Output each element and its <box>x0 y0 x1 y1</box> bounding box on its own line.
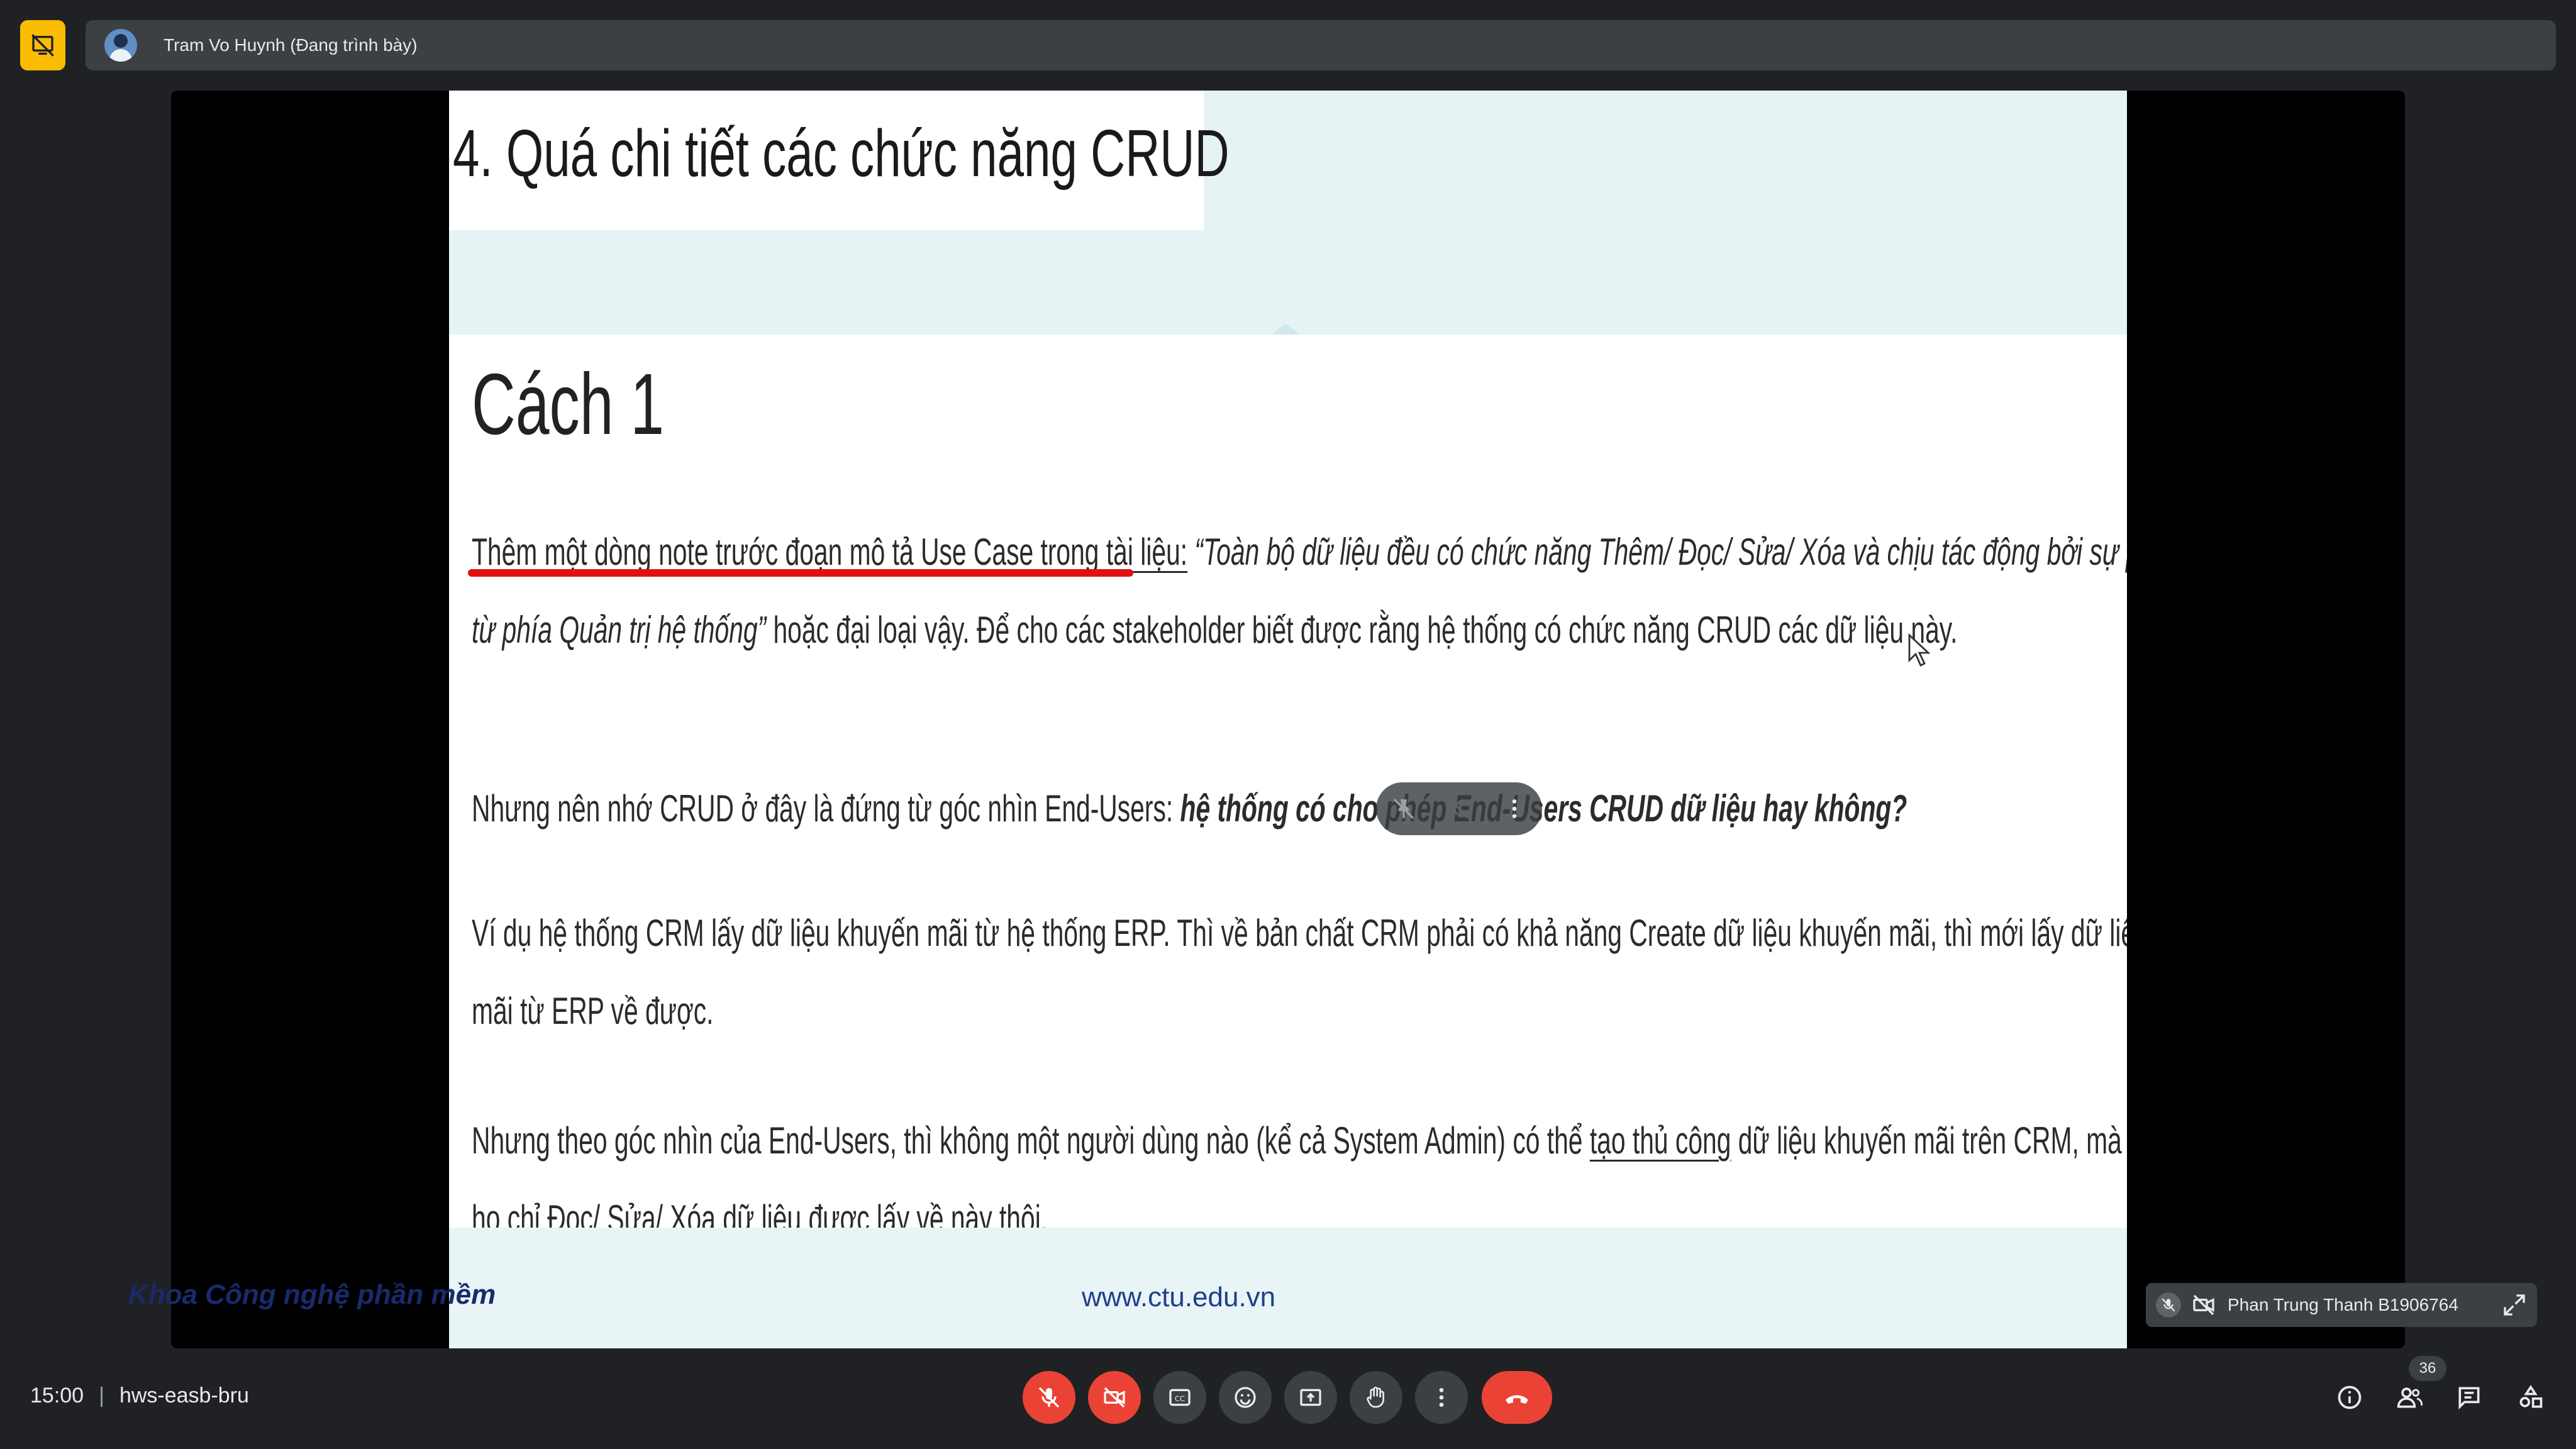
para1-quote: “Toàn bộ dữ liệu đều có chức năng Thêm/ … <box>1194 531 2127 573</box>
presenter-bar: Tram Vo Huynh (Đang trình bày) <box>86 20 2556 70</box>
slide-heading: Cách 1 <box>472 356 665 453</box>
slide-paragraph-3: Ví dụ hệ thống CRM lấy dữ liệu khuyến mã… <box>472 894 2127 1050</box>
para4-underlined: tạo thủ công <box>1589 1119 1731 1162</box>
meeting-info: 15:00 | hws-easb-bru <box>30 1384 249 1408</box>
participant-count-badge: 36 <box>2409 1356 2446 1381</box>
mic-toggle-button[interactable] <box>1023 1371 1075 1424</box>
camera-off-icon <box>2193 1294 2214 1316</box>
activities-button[interactable] <box>2508 1375 2553 1420</box>
para2-emphasis: hệ thống có cho phép End-Users CRUD dữ l… <box>1180 787 1907 830</box>
para1-quote-end: từ phía Quản trị hệ thống” <box>472 609 767 651</box>
unpin-icon[interactable] <box>1391 796 1416 821</box>
volume-off-icon[interactable] <box>1446 796 1472 821</box>
emoji-icon <box>1235 1387 1256 1408</box>
para3-line2: mãi từ ERP về được. <box>472 990 714 1032</box>
reactions-button[interactable] <box>1219 1371 1272 1424</box>
camera-toggle-button[interactable] <box>1088 1371 1141 1424</box>
slide-footer-band <box>449 1228 2127 1348</box>
more-vert-icon <box>1439 1388 1444 1407</box>
meeting-time: 15:00 <box>30 1384 84 1407</box>
participant-name: Phan Trung Thanh B1906764 <box>2228 1295 2458 1314</box>
presenter-avatar <box>104 29 137 62</box>
screen-share-off-icon <box>31 34 54 57</box>
raise-hand-icon <box>1367 1386 1384 1408</box>
slide-paragraph-2: Nhưng nên nhớ CRUD ở đây là đứng từ góc … <box>472 770 1907 848</box>
slide-notch <box>1272 323 1299 335</box>
info-icon <box>2338 1385 2362 1409</box>
meeting-info-divider: | <box>99 1384 104 1407</box>
slide-footer-url: www.ctu.edu.vn <box>1082 1282 1276 1313</box>
para1-rest: hoặc đại loại vậy. Để cho các stakeholde… <box>766 609 1958 651</box>
chat-icon <box>2458 1387 2480 1410</box>
para4-line1-pre: Nhưng theo góc nhìn của End-Users, thì k… <box>472 1119 1590 1162</box>
raise-hand-button[interactable] <box>1350 1371 1402 1424</box>
red-highlight-underline <box>468 569 1133 577</box>
chat-button[interactable] <box>2446 1375 2492 1420</box>
para1-underlined: Thêm một dòng note trước đoạn mô tả Use … <box>472 531 1188 573</box>
more-options-button[interactable] <box>1415 1371 1468 1424</box>
expand-icon[interactable] <box>2502 1292 2527 1318</box>
para3-line1: Ví dụ hệ thống CRM lấy dữ liệu khuyến mã… <box>472 912 2127 954</box>
para2-prefix: Nhưng nên nhớ CRUD ở đây là đứng từ góc … <box>472 787 1180 830</box>
svg-text:CC: CC <box>1175 1394 1185 1403</box>
people-icon <box>2397 1387 2423 1408</box>
slide-title: 4. Quá chi tiết các chức năng CRUD <box>453 116 1230 191</box>
people-button[interactable] <box>2387 1375 2433 1420</box>
slide-paragraph-1: Thêm một dòng note trước đoạn mô tả Use … <box>472 513 2127 669</box>
more-options-icon[interactable] <box>1502 796 1527 821</box>
shared-slide: 4. Quá chi tiết các chức năng CRUD Cách … <box>449 91 2127 1348</box>
presentation-stage: 4. Quá chi tiết các chức năng CRUD Cách … <box>171 91 2405 1348</box>
presenter-name: Tram Vo Huynh (Đang trình bày) <box>164 35 418 55</box>
meeting-code[interactable]: hws-easb-bru <box>119 1384 249 1407</box>
present-screen-icon <box>1300 1389 1321 1406</box>
mic-off-icon <box>2156 1292 2181 1318</box>
captions-button[interactable]: CC <box>1153 1371 1206 1424</box>
activities-icon <box>2519 1385 2543 1408</box>
meeting-details-button[interactable] <box>2327 1375 2372 1420</box>
presentation-overlay-controls <box>1376 782 1542 835</box>
camera-off-icon <box>1104 1387 1125 1408</box>
presentation-status-icon[interactable] <box>20 20 65 70</box>
para4-line1-post: dữ liệu khuyến mãi trên CRM, mà End-User… <box>1738 1119 2127 1162</box>
leave-call-button[interactable] <box>1482 1371 1552 1424</box>
captions-icon: CC <box>1169 1389 1191 1406</box>
mouse-cursor-icon <box>1908 633 1931 667</box>
end-call-icon <box>1506 1395 1528 1404</box>
mic-off-icon <box>1038 1387 1060 1408</box>
present-screen-button[interactable] <box>1284 1371 1337 1424</box>
participant-tile[interactable]: Phan Trung Thanh B1906764 <box>2146 1283 2537 1327</box>
slide-footer-department: Khoa Công nghệ phần mềm <box>128 1279 496 1310</box>
